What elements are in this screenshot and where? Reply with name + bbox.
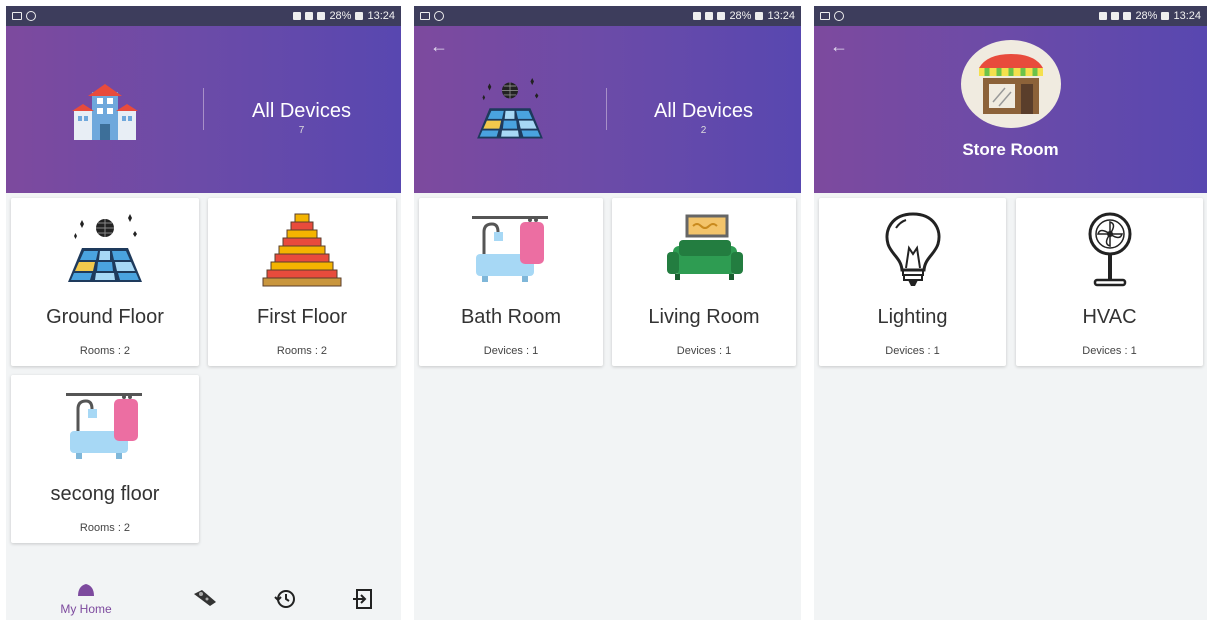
home-building-icon xyxy=(70,84,140,144)
battery-level: 28% xyxy=(1135,10,1158,22)
header: ← All Devices 2 xyxy=(414,26,801,193)
wifi-icon xyxy=(705,12,714,20)
bath-icon xyxy=(60,387,150,467)
header: All Devices 7 xyxy=(6,26,401,193)
room-card-bath[interactable]: Bath Room Devices : 1 xyxy=(419,198,603,366)
header: ← Store Room xyxy=(814,26,1207,193)
store-room-screen: 28% 13:24 ← Store Room Lighting Devices … xyxy=(814,6,1207,620)
disco-floor-icon xyxy=(470,74,550,146)
status-bar: 28% 13:24 xyxy=(414,6,801,26)
card-title: secong floor xyxy=(50,483,160,505)
signal-icon xyxy=(1123,12,1132,20)
device-count: 7 xyxy=(298,125,305,136)
card-title: Bath Room xyxy=(460,306,562,328)
status-bar: 28% 13:24 xyxy=(814,6,1207,26)
device-count: 2 xyxy=(700,125,707,136)
card-subtitle: Devices : 1 xyxy=(1082,345,1137,357)
clock: 13:24 xyxy=(367,10,395,22)
header-divider xyxy=(606,88,607,130)
floor-card-ground[interactable]: Ground Floor Rooms : 2 xyxy=(11,198,199,366)
wifi-icon xyxy=(305,12,314,20)
whatsapp-icon xyxy=(834,11,844,21)
nav-my-home[interactable]: My Home xyxy=(54,582,118,616)
signal-icon xyxy=(317,12,326,20)
store-room-avatar xyxy=(961,40,1061,128)
battery-level: 28% xyxy=(729,10,752,22)
disco-floor-icon xyxy=(60,210,150,290)
gallery-icon xyxy=(420,12,430,20)
alarm-icon xyxy=(1099,12,1108,20)
room-card-living[interactable]: Living Room Devices : 1 xyxy=(612,198,796,366)
card-subtitle: Devices : 1 xyxy=(483,345,539,357)
back-arrow-icon[interactable]: ← xyxy=(430,36,448,57)
battery-level: 28% xyxy=(329,10,352,22)
fan-icon xyxy=(1065,210,1155,290)
signal-icon xyxy=(717,12,726,20)
card-subtitle: Devices : 1 xyxy=(676,345,732,357)
shop-icon xyxy=(979,54,1043,114)
device-card-hvac[interactable]: HVAC Devices : 1 xyxy=(1016,198,1203,366)
home-nav-icon xyxy=(78,584,94,596)
whatsapp-icon xyxy=(434,11,444,21)
sofa-icon xyxy=(659,210,749,290)
gallery-icon xyxy=(12,12,22,20)
nav-label: My Home xyxy=(60,602,112,616)
card-subtitle: Rooms : 2 xyxy=(79,345,131,357)
device-card-lighting[interactable]: Lighting Devices : 1 xyxy=(819,198,1006,366)
battery-icon xyxy=(755,12,764,20)
card-subtitle: Rooms : 2 xyxy=(79,522,131,534)
header-title[interactable]: All Devices xyxy=(626,100,781,123)
history-icon xyxy=(274,590,295,608)
card-title: Living Room xyxy=(648,306,760,328)
remote-control-icon xyxy=(194,590,216,606)
battery-icon xyxy=(355,12,364,20)
card-title: Lighting xyxy=(877,306,948,328)
nav-logout[interactable] xyxy=(351,588,373,615)
nav-devices[interactable] xyxy=(192,588,218,613)
battery-icon xyxy=(1161,12,1170,20)
card-title: HVAC xyxy=(1082,306,1137,328)
bulb-icon xyxy=(868,210,958,290)
logout-icon xyxy=(353,589,372,609)
wifi-icon xyxy=(1111,12,1120,20)
gallery-icon xyxy=(820,12,830,20)
status-bar: 28% 13:24 xyxy=(6,6,401,26)
clock: 13:24 xyxy=(1173,10,1201,22)
stair-floor-icon xyxy=(257,210,347,290)
header-divider xyxy=(203,88,204,130)
bath-icon xyxy=(466,210,556,290)
whatsapp-icon xyxy=(26,11,36,21)
floor-card-first[interactable]: First Floor Rooms : 2 xyxy=(208,198,396,366)
card-subtitle: Devices : 1 xyxy=(885,345,940,357)
room-name: Store Room xyxy=(962,140,1059,159)
nav-history[interactable] xyxy=(274,588,296,615)
clock: 13:24 xyxy=(767,10,795,22)
home-screen: 28% 13:24 All Devices 7 Ground Floor Roo… xyxy=(6,6,401,620)
card-title: Ground Floor xyxy=(46,306,164,328)
bottom-navigation: My Home xyxy=(6,548,401,620)
card-subtitle: Rooms : 2 xyxy=(276,345,328,357)
alarm-icon xyxy=(693,12,702,20)
back-arrow-icon[interactable]: ← xyxy=(830,36,848,57)
alarm-icon xyxy=(293,12,302,20)
ground-floor-screen: 28% 13:24 ← All Devices 2 Bath Room Devi… xyxy=(414,6,801,620)
card-title: First Floor xyxy=(257,306,347,328)
header-title[interactable]: All Devices xyxy=(224,100,379,123)
floor-card-second[interactable]: secong floor Rooms : 2 xyxy=(11,375,199,543)
